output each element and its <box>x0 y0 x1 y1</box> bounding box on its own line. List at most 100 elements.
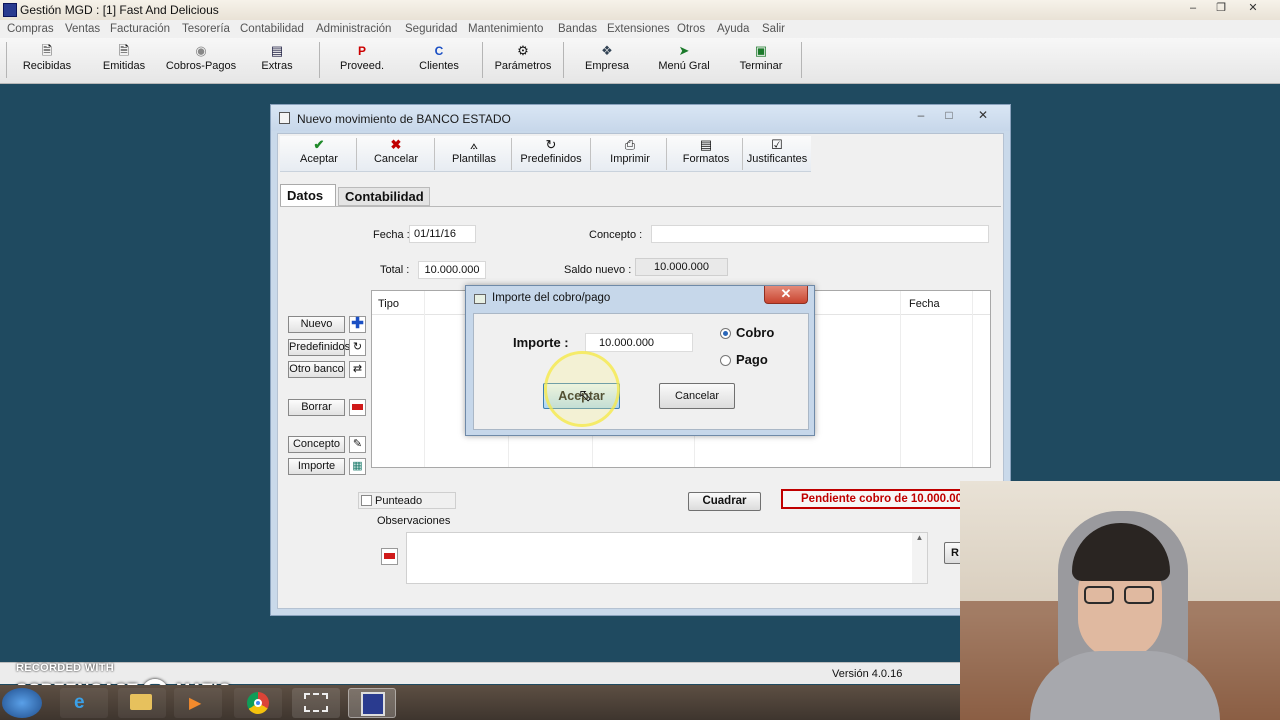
client-icon: C <box>434 44 444 58</box>
importe-input[interactable]: 10.000.000 <box>585 333 693 352</box>
document-icon: ▤ <box>270 43 284 58</box>
menu-contabilidad[interactable]: Contabilidad <box>240 23 304 35</box>
importe-label: Importe : <box>513 335 569 350</box>
media-taskbar-icon[interactable]: ▶ <box>174 688 222 718</box>
snip-taskbar-icon[interactable] <box>292 688 340 718</box>
importe-dialog: Importe del cobro/pago ✕ Importe : 10.00… <box>465 285 815 436</box>
calculator-icon[interactable]: ▦ <box>349 458 366 475</box>
plus-icon[interactable]: ✚ <box>349 316 366 333</box>
punteado-checkbox[interactable] <box>361 495 372 506</box>
minimize-button[interactable]: – <box>1180 1 1206 17</box>
format-icon: ▤ <box>699 137 713 152</box>
tab-contabilidad[interactable]: Contabilidad <box>338 187 430 206</box>
app-title: Gestión MGD : [1] Fast And Delicious <box>20 3 219 17</box>
movement-window-title: Nuevo movimiento de BANCO ESTADO <box>297 112 511 126</box>
arrow-icon: ➤ <box>678 43 690 58</box>
cuadrar-button[interactable]: Cuadrar <box>688 492 761 511</box>
menu-seguridad[interactable]: Seguridad <box>405 23 457 35</box>
aceptar-button[interactable]: ✔ Aceptar <box>284 136 354 172</box>
menu-salir[interactable]: Salir <box>762 23 785 35</box>
webcam-overlay <box>960 481 1280 720</box>
grid-header-tipo[interactable]: Tipo <box>378 298 399 310</box>
dialog-icon <box>474 294 486 304</box>
main-toolbar: 🗎 Recibidas 🗎 Emitidas ◉ Cobros-Pagos ▤ … <box>0 38 1280 84</box>
concepto-field[interactable] <box>651 225 989 243</box>
start-button[interactable] <box>2 688 42 718</box>
cobro-radio[interactable] <box>720 328 731 339</box>
observaciones-textarea[interactable] <box>406 532 928 584</box>
app-titlebar: Gestión MGD : [1] Fast And Delicious – ❐… <box>0 0 1280 20</box>
plantillas-button[interactable]: ⟑ Plantillas <box>438 136 510 172</box>
menu-mantenimiento[interactable]: Mantenimiento <box>468 23 543 35</box>
toolbar-recibidas-button[interactable]: 🗎 Recibidas <box>14 40 80 80</box>
dialog-body: Importe : 10.000.000 Cobro Pago Aceptar … <box>473 313 809 430</box>
toolbar-extras-button[interactable]: ▤ Extras <box>252 40 302 80</box>
toolbar-label: Parámetros <box>494 60 552 72</box>
menu-facturacion[interactable]: Facturación <box>110 23 170 35</box>
menu-compras[interactable]: Compras <box>7 23 54 35</box>
child-maximize-button[interactable]: □ <box>937 108 961 124</box>
exit-icon: ▣ <box>754 43 768 58</box>
tab-datos[interactable]: Datos <box>280 184 336 206</box>
outbox-icon: 🗎 <box>118 43 130 58</box>
toolbar-parametros-button[interactable]: ⚙ Parámetros <box>490 40 556 80</box>
toolbar-menu-gral-button[interactable]: ➤ Menú Gral <box>652 40 716 80</box>
importe-button[interactable]: Importe <box>288 458 345 475</box>
app-icon <box>3 3 17 17</box>
toolbar-cobros-pagos-button[interactable]: ◉ Cobros-Pagos <box>163 40 239 80</box>
dialog-close-button[interactable]: ✕ <box>764 286 808 304</box>
cancelar-button[interactable]: ✖ Cancelar <box>360 136 432 172</box>
observaciones-scrollbar[interactable]: ▲ <box>912 533 927 583</box>
toolbar-emitidas-button[interactable]: 🗎 Emitidas <box>92 40 156 80</box>
refresh-icon[interactable]: ↻ <box>349 339 366 356</box>
pago-radio[interactable] <box>720 355 731 366</box>
child-close-button[interactable]: ✕ <box>971 108 995 124</box>
menu-bandas[interactable]: Bandas <box>558 23 597 35</box>
button-label: Formatos <box>682 153 730 165</box>
menu-administracion[interactable]: Administración <box>316 23 391 35</box>
clipboard-icon: ☑ <box>771 137 783 152</box>
delete-observacion-icon[interactable] <box>381 548 398 565</box>
taskbar: e ▶ <box>0 685 960 720</box>
close-button[interactable]: ✕ <box>1240 1 1266 17</box>
toolbar-label: Terminar <box>739 60 783 72</box>
nuevo-button[interactable]: Nuevo <box>288 316 345 333</box>
justificantes-button[interactable]: ☑ Justificantes <box>744 136 810 172</box>
browser-taskbar-icon[interactable]: e <box>60 688 108 718</box>
cobro-label[interactable]: Cobro <box>736 325 774 340</box>
child-minimize-button[interactable]: – <box>909 108 933 124</box>
toolbar-terminar-button[interactable]: ▣ Terminar <box>730 40 792 80</box>
check-icon: ✔ <box>313 137 325 152</box>
toolbar-proveed-button[interactable]: P Proveed. <box>334 40 390 80</box>
formatos-button[interactable]: ▤ Formatos <box>670 136 742 172</box>
toolbar-clientes-button[interactable]: C Clientes <box>412 40 466 80</box>
fecha-field[interactable]: 01/11/16 <box>409 225 476 243</box>
grid-header-fecha[interactable]: Fecha <box>909 298 940 310</box>
pago-label[interactable]: Pago <box>736 352 768 367</box>
menu-ventas[interactable]: Ventas <box>65 23 100 35</box>
pendiente-status: Pendiente cobro de 10.000.000 <box>781 489 971 509</box>
toolbar-label: Empresa <box>584 60 630 72</box>
imprimir-button[interactable]: ⎙ Imprimir <box>594 136 666 172</box>
menu-otros[interactable]: Otros <box>677 23 705 35</box>
explorer-taskbar-icon[interactable] <box>118 688 166 718</box>
gestion-taskbar-icon[interactable] <box>348 688 396 718</box>
delete-icon[interactable] <box>349 399 366 416</box>
total-field[interactable]: 10.000.000 <box>418 261 486 279</box>
predefinidos-button[interactable]: Predefinidos <box>288 339 350 356</box>
otro-banco-button[interactable]: Otro banco <box>288 361 345 378</box>
menu-extensiones[interactable]: Extensiones <box>607 23 670 35</box>
transfer-icon[interactable]: ⇄ <box>349 361 366 378</box>
toolbar-empresa-button[interactable]: ❖ Empresa <box>578 40 636 80</box>
edit-icon[interactable]: ✎ <box>349 436 366 453</box>
chrome-taskbar-icon[interactable] <box>234 688 282 718</box>
toolbar-label: Recibidas <box>22 60 72 72</box>
menu-tesoreria[interactable]: Tesorería <box>182 23 230 35</box>
network-icon: ❖ <box>601 43 613 58</box>
concepto-button[interactable]: Concepto <box>288 436 345 453</box>
restore-button[interactable]: ❐ <box>1208 1 1234 17</box>
menu-ayuda[interactable]: Ayuda <box>717 23 749 35</box>
predefinidos-toolbar-button[interactable]: ↻ Predefinidos <box>515 136 587 172</box>
dialog-cancelar-button[interactable]: Cancelar <box>659 383 735 409</box>
borrar-button[interactable]: Borrar <box>288 399 345 416</box>
